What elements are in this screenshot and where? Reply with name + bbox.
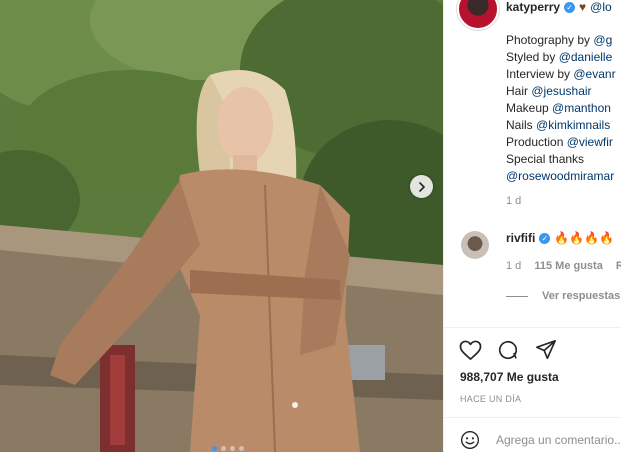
emoji-icon (461, 431, 479, 449)
reply-button[interactable]: Re (616, 260, 621, 272)
carousel-dot (221, 446, 226, 451)
author-avatar[interactable] (457, 0, 499, 30)
commenter-avatar[interactable] (461, 231, 489, 259)
view-replies-button[interactable]: Ver respuestas (1) (506, 290, 621, 302)
view-replies-label: Ver respuestas (1) (542, 290, 621, 302)
post-side-panel: katyperry ✓ ♥ @lo Photography by @g Styl… (443, 0, 621, 452)
caption-line: Nails @kimkimnails (506, 117, 616, 134)
caption-line: Special thanks (506, 151, 616, 168)
caption-label: Styled by (506, 50, 559, 64)
caption-line: Interview by @evanr (506, 66, 616, 83)
comment-icon (498, 340, 518, 360)
caption-label: Photography by (506, 33, 594, 47)
caption-label: Hair (506, 84, 532, 98)
person-image (50, 70, 360, 452)
comment-text: 🔥🔥🔥🔥 (554, 231, 615, 245)
verified-icon: ✓ (564, 1, 576, 13)
commenter-username[interactable]: rivfifi (506, 231, 535, 245)
caption-header: katyperry ✓ ♥ @lo (506, 0, 612, 14)
comment: rivfifi ✓ 🔥🔥🔥🔥 (506, 231, 614, 245)
post-actions (458, 338, 558, 362)
caption-line: Styled by @danielle (506, 49, 616, 66)
caption-mention[interactable]: @g (593, 33, 612, 47)
verified-icon: ✓ (539, 232, 551, 244)
divider (444, 417, 621, 418)
comment-likes[interactable]: 115 Me gusta (534, 260, 602, 272)
caption-line: @rosewoodmiramar (506, 168, 616, 185)
comment-input[interactable] (496, 430, 621, 450)
caption-mention[interactable]: @jesushair (531, 84, 591, 98)
divider (444, 327, 621, 328)
like-button[interactable] (458, 338, 482, 362)
heart-icon (459, 340, 481, 360)
carousel-next-button[interactable] (410, 175, 433, 198)
caption-time[interactable]: 1 d (506, 195, 521, 207)
replies-divider (506, 295, 528, 297)
caption-label: Makeup (506, 101, 553, 115)
share-icon (536, 340, 556, 360)
caption-line: Production @viewfir (506, 134, 616, 151)
caption-mention[interactable]: @manthon (552, 101, 611, 115)
caption-mention[interactable]: @lo (590, 0, 612, 14)
carousel-dots (212, 446, 244, 451)
caption-mention[interactable]: @evanr (573, 67, 615, 81)
caption-label: Production (506, 135, 567, 149)
caption-mention[interactable]: @rosewoodmiramar (506, 169, 614, 183)
caption-mention[interactable]: @viewfir (567, 135, 613, 149)
next-arrow-icon (418, 181, 425, 192)
caption-label: Interview by (506, 67, 574, 81)
caption-mention[interactable]: @danielle (559, 50, 613, 64)
post-photo[interactable] (0, 0, 443, 452)
heart-emoji-icon: ♥ (579, 0, 587, 14)
comment-time[interactable]: 1 d (506, 260, 521, 272)
emoji-button[interactable] (459, 429, 481, 451)
caption-mention[interactable]: @kimkimnails (536, 118, 610, 132)
carousel-dot (230, 446, 235, 451)
carousel-dot (239, 446, 244, 451)
likes-count[interactable]: 988,707 Me gusta (460, 370, 559, 384)
comment-button[interactable] (496, 338, 520, 362)
post-timestamp[interactable]: HACE UN DÍA (460, 394, 521, 404)
comment-meta: 1 d 115 Me gusta Re (506, 260, 621, 272)
share-button[interactable] (534, 338, 558, 362)
caption-line: Makeup @manthon (506, 100, 616, 117)
caption-body: Photography by @g Styled by @danielle In… (506, 32, 616, 185)
carousel-dot (212, 446, 217, 451)
caption-line: Photography by @g (506, 32, 616, 49)
caption-label: Nails (506, 118, 537, 132)
caption-line: Hair @jesushair (506, 83, 616, 100)
author-username[interactable]: katyperry (506, 0, 560, 14)
caption-label: Special thanks (506, 152, 585, 166)
